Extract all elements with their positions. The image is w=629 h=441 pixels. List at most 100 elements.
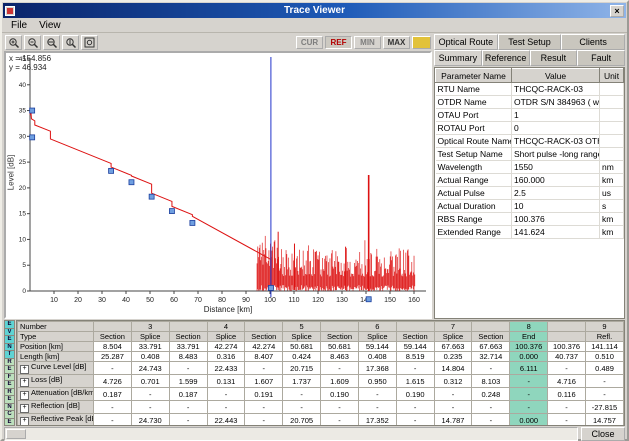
- event-marker[interactable]: [128, 179, 135, 186]
- event-cell[interactable]: -: [244, 361, 284, 375]
- event-cell[interactable]: 5: [282, 321, 322, 332]
- event-cell[interactable]: 67.663: [433, 341, 473, 352]
- event-cell[interactable]: -: [320, 400, 359, 414]
- event-cell[interactable]: 8.407: [244, 351, 284, 362]
- event-cell[interactable]: [547, 331, 586, 342]
- event-cell[interactable]: 20.715: [282, 361, 322, 375]
- event-cell[interactable]: -: [206, 400, 246, 414]
- tab-summary[interactable]: Summary: [434, 50, 482, 66]
- event-cell[interactable]: 8.504: [93, 341, 132, 352]
- event-cell[interactable]: -: [547, 413, 586, 425]
- event-cell[interactable]: [547, 321, 586, 332]
- event-cell[interactable]: 0.000: [509, 413, 549, 425]
- event-cell[interactable]: -: [471, 361, 511, 375]
- event-cell[interactable]: 0.408: [357, 351, 397, 362]
- event-cell[interactable]: 0.190: [320, 387, 359, 401]
- event-cell[interactable]: Splice: [206, 331, 246, 342]
- expand-icon[interactable]: +: [20, 404, 29, 413]
- event-cell[interactable]: 0.248: [471, 387, 511, 401]
- tab-reference[interactable]: Reference: [481, 50, 530, 66]
- trace-plot[interactable]: 1020304050607080901001101201301401501600…: [6, 53, 432, 315]
- event-cell[interactable]: 1.609: [320, 374, 359, 388]
- event-cell[interactable]: 0.191: [244, 387, 284, 401]
- event-cell[interactable]: -: [206, 387, 246, 401]
- expand-icon[interactable]: +: [20, 417, 29, 425]
- menu-view[interactable]: View: [33, 20, 67, 31]
- event-cell[interactable]: 0.190: [395, 387, 435, 401]
- event-cell[interactable]: -: [433, 400, 473, 414]
- expand-icon[interactable]: +: [20, 365, 29, 374]
- event-cell[interactable]: 0.116: [547, 387, 586, 401]
- event-cell[interactable]: -: [395, 361, 435, 375]
- event-cell[interactable]: 0.235: [433, 351, 473, 362]
- event-cell[interactable]: 3: [130, 321, 170, 332]
- event-cell[interactable]: -: [282, 387, 322, 401]
- event-cell[interactable]: 8.463: [320, 351, 359, 362]
- event-cell[interactable]: 0.131: [206, 374, 246, 388]
- event-cell[interactable]: Section: [244, 331, 284, 342]
- event-marker[interactable]: [29, 134, 36, 141]
- event-cell[interactable]: -: [244, 400, 284, 414]
- tab-optical-route[interactable]: Optical Route: [434, 34, 498, 50]
- event-cell[interactable]: 14.787: [433, 413, 473, 425]
- event-marker[interactable]: [365, 296, 372, 303]
- expand-icon[interactable]: +: [20, 378, 29, 387]
- event-cell[interactable]: -: [509, 374, 549, 388]
- event-marker[interactable]: [268, 285, 274, 291]
- event-cell[interactable]: -: [130, 400, 170, 414]
- event-cell[interactable]: Splice: [357, 331, 397, 342]
- event-cell[interactable]: 24.730: [130, 413, 170, 425]
- close-icon[interactable]: ×: [610, 4, 624, 17]
- event-cell[interactable]: 8.483: [168, 351, 208, 362]
- event-cell[interactable]: 14.804: [433, 361, 473, 375]
- tab-fault[interactable]: Fault: [577, 50, 625, 66]
- event-cell[interactable]: 22.443: [206, 413, 246, 425]
- expand-icon[interactable]: +: [20, 391, 29, 400]
- zoom-vertical-button[interactable]: [62, 35, 79, 50]
- event-cell[interactable]: 17.368: [357, 361, 397, 375]
- event-cell[interactable]: 1.607: [244, 374, 284, 388]
- event-marker[interactable]: [148, 193, 155, 200]
- event-cell[interactable]: 33.791: [168, 341, 208, 352]
- event-cell[interactable]: 0.408: [130, 351, 170, 362]
- event-cell[interactable]: 32.714: [471, 351, 511, 362]
- event-cell[interactable]: Section: [395, 331, 435, 342]
- event-cell[interactable]: 22.433: [206, 361, 246, 375]
- tab-test-setup[interactable]: Test Setup: [497, 34, 562, 50]
- event-cell[interactable]: 50.681: [320, 341, 359, 352]
- event-cell[interactable]: [168, 321, 208, 332]
- event-cell[interactable]: 0.701: [130, 374, 170, 388]
- event-cell[interactable]: 42.274: [206, 341, 246, 352]
- zoom-horizontal-button[interactable]: [43, 35, 60, 50]
- event-cell[interactable]: 0.316: [206, 351, 246, 362]
- cursor-trace-button[interactable]: CUR: [296, 36, 323, 49]
- event-cell[interactable]: Section: [93, 331, 132, 342]
- event-cell[interactable]: Section: [471, 331, 511, 342]
- event-cell[interactable]: -: [320, 413, 359, 425]
- event-cell[interactable]: -: [584, 374, 624, 388]
- event-cell[interactable]: 4.716: [547, 374, 586, 388]
- event-cell[interactable]: 9: [584, 321, 624, 332]
- event-cell[interactable]: 0.312: [433, 374, 473, 388]
- event-cell[interactable]: -: [168, 413, 208, 425]
- close-button[interactable]: Close: [581, 427, 625, 441]
- event-cell[interactable]: 4.726: [93, 374, 132, 388]
- event-cell[interactable]: 20.705: [282, 413, 322, 425]
- event-cell[interactable]: 8: [509, 321, 549, 332]
- event-cell[interactable]: 0.950: [357, 374, 397, 388]
- event-cell[interactable]: [320, 321, 359, 332]
- event-cell[interactable]: 7: [433, 321, 473, 332]
- event-cell[interactable]: -: [168, 361, 208, 375]
- event-cell[interactable]: -: [547, 361, 586, 375]
- event-cell[interactable]: -: [320, 361, 359, 375]
- event-cell[interactable]: -: [357, 387, 397, 401]
- event-cell[interactable]: Refl.: [584, 331, 624, 342]
- event-cell[interactable]: 8.103: [471, 374, 511, 388]
- event-marker[interactable]: [169, 208, 175, 214]
- zoom-full-view-button[interactable]: [81, 35, 98, 50]
- menu-file[interactable]: File: [5, 20, 33, 31]
- event-cell[interactable]: 1.599: [168, 374, 208, 388]
- zoom-in-button[interactable]: [5, 35, 22, 50]
- zoom-out-button[interactable]: [24, 35, 41, 50]
- event-cell[interactable]: -: [168, 400, 208, 414]
